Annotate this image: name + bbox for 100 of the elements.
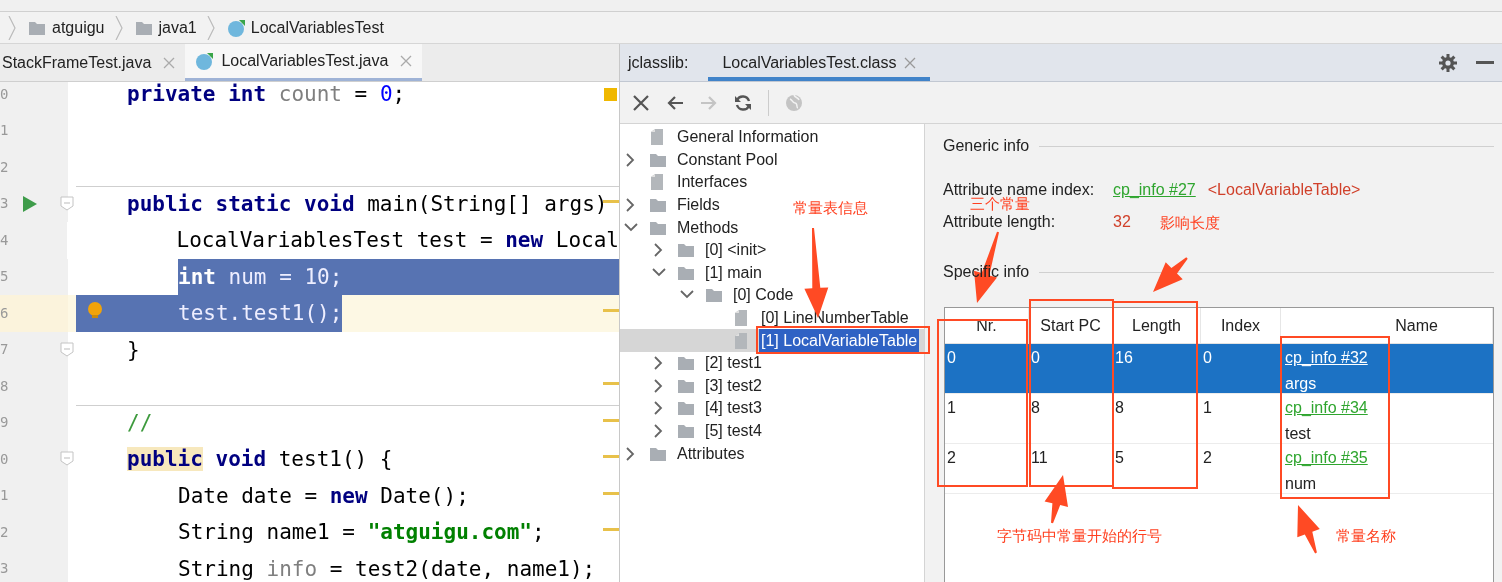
tree-item[interactable]: [4] test3 (703, 396, 764, 421)
line-number: 3 (0, 194, 10, 214)
table-cell-text: 2 (1202, 448, 1213, 468)
table-cell-text: 11 (1030, 448, 1049, 468)
code-line: } (127, 336, 140, 364)
line-number: 1 (0, 486, 10, 506)
tool-window-title: jclasslib: (626, 52, 690, 73)
table-cell-text: 0 (1202, 348, 1213, 368)
table-cell-text: 8 (1030, 398, 1041, 418)
fold-icon[interactable] (60, 195, 74, 212)
table-cell-text: 1 (946, 398, 957, 418)
folder-icon (677, 399, 695, 418)
folder-icon (677, 241, 695, 260)
table-cell-text: test (1285, 424, 1312, 444)
chevron-right-icon (206, 15, 215, 40)
table-row[interactable]: 0 0 16 0 cp_info #32 args (945, 344, 1493, 394)
chevron-right-icon (114, 15, 123, 40)
tool-window-tab[interactable]: LocalVariablesTest.class (708, 44, 931, 81)
field-value: 32 (1113, 212, 1131, 232)
settings-icon[interactable] (1438, 52, 1458, 73)
stripe-marker[interactable] (603, 382, 619, 385)
annotation-label: 影响长度 (1160, 214, 1220, 232)
line-number: 1 (0, 121, 10, 141)
stripe-marker[interactable] (603, 491, 619, 495)
line-number: 8 (0, 376, 10, 396)
table-cell-text: 1 (1202, 398, 1213, 418)
folder-icon (677, 422, 695, 440)
tree-item[interactable]: [5] test4 (703, 419, 764, 443)
line-number: 0 (0, 449, 10, 469)
annotation-label: 常量表信息 (793, 199, 868, 217)
code-line: String name1 = "atguigu.com"; (178, 519, 545, 546)
line-number: 7 (0, 340, 10, 360)
tree-item[interactable]: Fields (675, 193, 722, 218)
tree-item[interactable]: [1] LocalVariableTable (759, 328, 920, 353)
tree-item[interactable]: [0] LineNumberTable (759, 306, 911, 331)
table-cell-text: 0 (1030, 348, 1041, 368)
link[interactable]: cp_info #32 (1285, 346, 1368, 370)
code-line: String info = test2(date, name1); (178, 555, 596, 582)
tree-item[interactable]: [0] Code (731, 283, 796, 308)
table-cell-text: 8 (1114, 398, 1125, 418)
tree-item[interactable]: Constant Pool (675, 147, 780, 172)
tree-item[interactable]: [1] main (703, 260, 764, 285)
line-number: 2 (0, 157, 10, 177)
code-line: public void test1() { (127, 446, 393, 473)
tree-item[interactable]: General Information (675, 125, 821, 150)
arrow (1297, 505, 1320, 554)
code-line: public static void main(String[] args) (127, 190, 608, 218)
field-label: Attribute length: (943, 212, 1057, 232)
stripe-marker[interactable] (603, 309, 619, 312)
field-label: Attribute name index: (943, 180, 1096, 198)
line-number: 4 (0, 230, 10, 250)
table-cell-text: 2 (946, 448, 957, 468)
fold-icon[interactable] (60, 341, 74, 358)
stripe-marker[interactable] (603, 199, 619, 203)
line-number: 5 (0, 267, 10, 287)
run-icon[interactable] (22, 194, 38, 213)
table-cell-text: args (1285, 374, 1318, 394)
code-line: Date date = new Date(); (178, 482, 469, 510)
refresh-icon[interactable] (734, 93, 752, 112)
column-header[interactable]: Start PC (1029, 308, 1113, 343)
column-header[interactable]: Index (1201, 308, 1281, 343)
tree-item[interactable]: Methods (675, 215, 741, 240)
field-value: <LocalVariableTable> (1207, 180, 1361, 200)
tree-item[interactable]: Interfaces (675, 170, 750, 195)
editor-tab[interactable]: StackFrameTest.java (0, 44, 186, 81)
line-number: 6 (0, 303, 10, 323)
tree-item[interactable]: [2] test1 (703, 351, 764, 376)
close-icon[interactable] (632, 93, 650, 112)
folder-icon (705, 286, 723, 305)
stripe-marker[interactable] (603, 455, 619, 458)
tree-item[interactable]: [0] <init> (703, 238, 769, 263)
line-number: 0 (0, 84, 10, 104)
table-cell-text: num (1285, 474, 1318, 494)
annotation-label: 字节码中常量开始的行号 (997, 527, 1162, 545)
table-cell-text: 5 (1114, 448, 1125, 468)
arrow (1153, 257, 1188, 292)
table-row[interactable]: 1 8 8 1 cp_info #34 test (945, 394, 1493, 444)
minimize-icon[interactable] (1476, 60, 1494, 65)
column-header[interactable]: Name (1281, 308, 1493, 343)
breadcrumb-item[interactable]: java1 (158, 15, 197, 40)
class-icon (226, 18, 245, 37)
fold-icon[interactable] (60, 451, 74, 468)
tree-item[interactable]: [3] test2 (703, 373, 764, 398)
annotation-label: 常量名称 (1336, 527, 1396, 545)
line-number: 2 (0, 522, 10, 542)
table-cell-text: 16 (1114, 348, 1134, 368)
column-header[interactable]: Length (1113, 308, 1201, 343)
lightbulb-icon[interactable] (87, 301, 103, 319)
arrow (1044, 475, 1068, 524)
code-line: private int count = 0; (127, 82, 406, 108)
breadcrumb-item[interactable]: atguigu (52, 15, 105, 40)
breadcrumb-item[interactable]: LocalVariablesTest (250, 15, 384, 40)
stripe-marker[interactable] (603, 418, 619, 422)
status-icon (604, 88, 617, 101)
tree-item[interactable]: Attributes (675, 441, 747, 466)
class-icon (195, 52, 214, 70)
back-arrow-icon[interactable] (666, 93, 684, 112)
editor-tab[interactable]: LocalVariablesTest.java (185, 44, 423, 81)
stripe-marker[interactable] (603, 528, 619, 531)
code-line: // (127, 409, 153, 437)
